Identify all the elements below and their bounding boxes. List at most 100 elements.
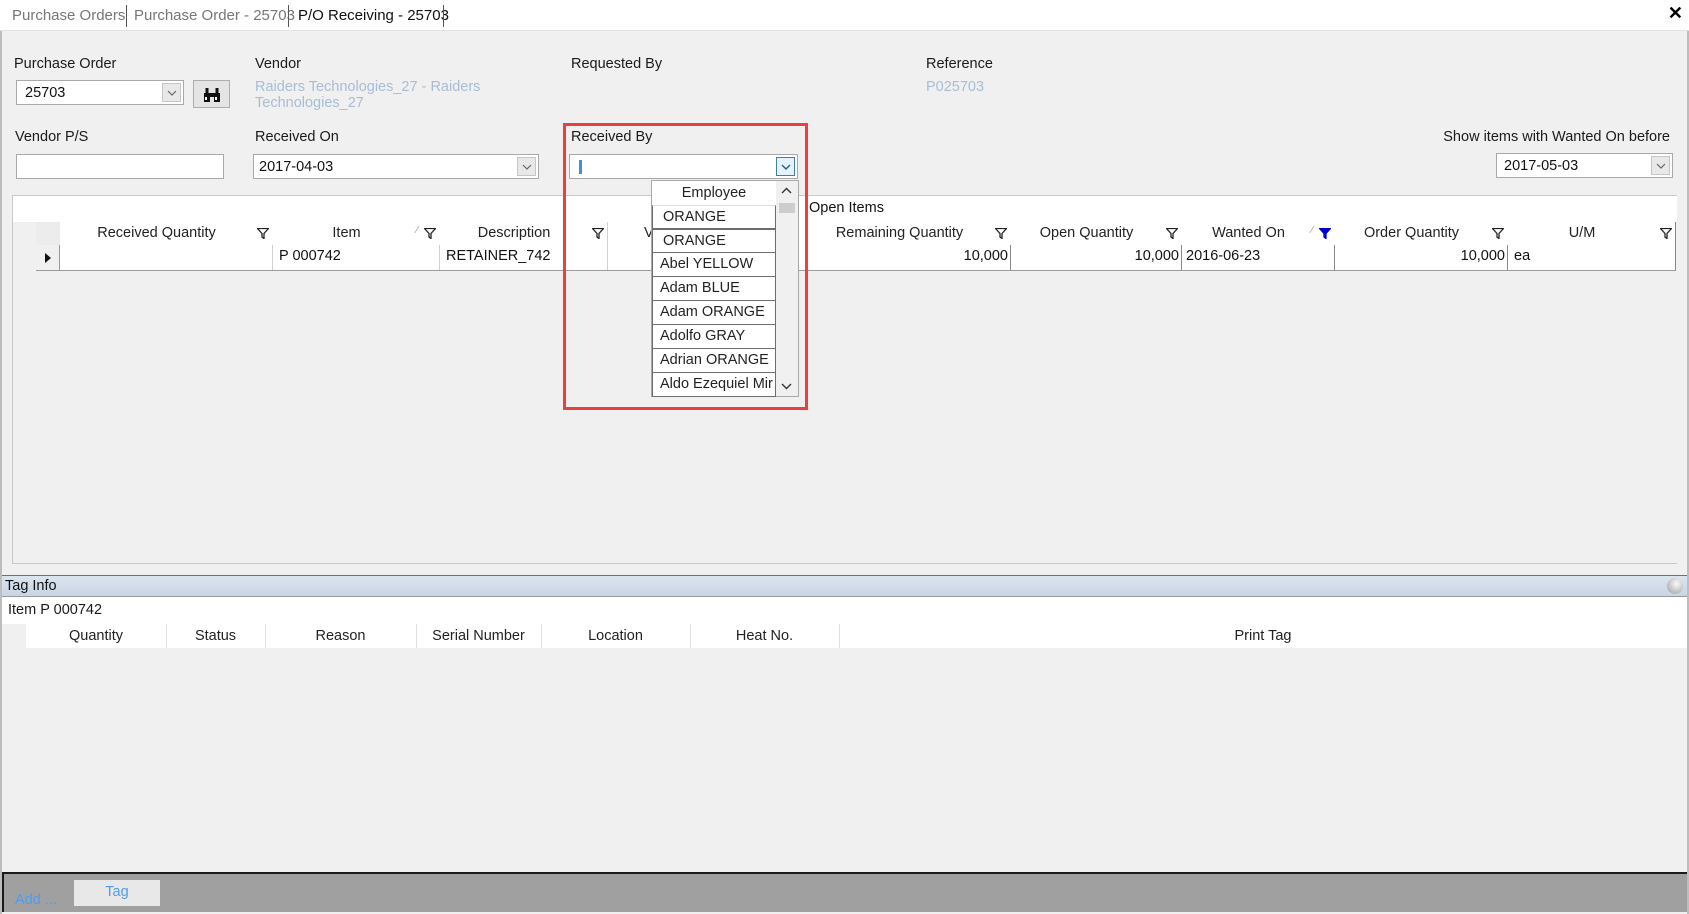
filter-active-icon[interactable] xyxy=(1319,228,1331,239)
cell-description[interactable]: RETAINER_742 xyxy=(446,248,551,264)
filter-icon[interactable] xyxy=(257,228,269,239)
tag-button[interactable]: Tag xyxy=(74,880,160,906)
vendor-link-line2[interactable]: Technologies_27 xyxy=(255,95,364,112)
open-items-group-label: Open Items xyxy=(809,200,884,216)
tag-item-row: Item P 000742 xyxy=(2,597,1687,624)
tag-info-title: Tag Info xyxy=(5,578,57,594)
dropdown-option[interactable]: ORANGE xyxy=(652,205,776,229)
col-um[interactable]: U/M xyxy=(1508,222,1676,246)
col-wanted-on[interactable]: Wanted On ⁄ xyxy=(1182,222,1335,246)
received-by-label: Received By xyxy=(571,129,653,145)
show-items-label: Show items with Wanted On before xyxy=(1443,129,1670,145)
cell-divider xyxy=(439,245,440,270)
vendor-label: Vendor xyxy=(255,56,301,72)
chevron-down-icon[interactable] xyxy=(517,157,536,176)
add-link[interactable]: Add ... xyxy=(15,892,57,908)
sort-icon: ⁄ xyxy=(1311,225,1313,236)
col-received-quantity[interactable]: Received Quantity xyxy=(60,222,273,246)
dropdown-option[interactable]: Adolfo GRAY xyxy=(652,325,776,349)
received-on-date-picker[interactable]: 2017-04-03 xyxy=(253,154,539,179)
cell-divider xyxy=(1181,245,1182,270)
pin-icon[interactable] xyxy=(1667,578,1683,594)
cell-remaining-quantity[interactable]: 10,000 xyxy=(808,248,1008,264)
tab-purchase-order[interactable]: Purchase Order - 25703 xyxy=(134,7,295,24)
vendor-ps-label: Vendor P/S xyxy=(15,129,89,145)
purchase-order-value: 25703 xyxy=(25,85,66,101)
binoculars-icon xyxy=(204,88,220,102)
col-label: Remaining Quantity xyxy=(835,225,964,241)
sort-icon: ⁄ xyxy=(416,225,418,236)
tab-separator xyxy=(443,5,444,27)
tab-po-receiving[interactable]: P/O Receiving - 25703 xyxy=(298,7,449,24)
search-po-button[interactable] xyxy=(193,80,230,108)
tab-purchase-orders[interactable]: Purchase Orders xyxy=(12,7,125,24)
show-items-date-picker[interactable]: 2017-05-03 xyxy=(1496,153,1673,178)
reference-link[interactable]: P025703 xyxy=(926,79,984,96)
tag-col-heat-no[interactable]: Heat No. xyxy=(690,628,839,644)
col-label: Received Quantity xyxy=(97,225,216,241)
filter-icon[interactable] xyxy=(424,228,436,239)
scroll-thumb[interactable] xyxy=(779,203,795,213)
filter-icon[interactable] xyxy=(1166,228,1178,239)
close-icon[interactable]: ✕ xyxy=(1668,3,1683,24)
tag-info-header: Tag Info xyxy=(2,575,1687,597)
tag-col-print-tag[interactable]: Print Tag xyxy=(839,628,1687,644)
text-cursor xyxy=(579,160,582,174)
row-indicator-icon xyxy=(45,253,51,263)
tag-col-location[interactable]: Location xyxy=(541,628,690,644)
scroll-up-icon[interactable] xyxy=(781,187,792,194)
col-label: Open Quantity xyxy=(1039,225,1134,241)
received-on-label: Received On xyxy=(255,129,339,145)
dropdown-option[interactable]: Aldo Ezequiel Mir xyxy=(652,373,776,397)
chevron-down-icon[interactable] xyxy=(162,83,181,102)
tag-col-reason[interactable]: Reason xyxy=(265,628,416,644)
cell-open-quantity[interactable]: 10,000 xyxy=(1011,248,1179,264)
col-item[interactable]: Item ⁄ xyxy=(273,222,440,246)
tab-separator xyxy=(288,5,289,27)
cell-divider xyxy=(272,245,273,270)
dropdown-option[interactable]: ORANGE xyxy=(652,229,776,253)
dropdown-option[interactable]: Adrian ORANGE xyxy=(652,349,776,373)
received-on-value: 2017-04-03 xyxy=(259,159,334,175)
chevron-down-icon[interactable] xyxy=(1651,156,1670,175)
received-by-combo[interactable] xyxy=(569,154,798,179)
show-items-value: 2017-05-03 xyxy=(1504,158,1579,174)
cell-divider xyxy=(1675,222,1676,270)
reference-label: Reference xyxy=(926,56,993,72)
filter-icon[interactable] xyxy=(592,228,604,239)
requested-by-label: Requested By xyxy=(571,56,663,72)
row-divider xyxy=(36,270,1676,271)
col-description[interactable]: Description xyxy=(440,222,608,246)
tag-col-serial-number[interactable]: Serial Number xyxy=(416,628,541,644)
tab-separator xyxy=(126,5,127,27)
dropdown-option[interactable]: Abel YELLOW xyxy=(652,253,776,277)
col-open-quantity[interactable]: Open Quantity xyxy=(1011,222,1182,246)
cell-divider xyxy=(1507,245,1508,270)
received-by-dropdown-list: Employee ORANGE ORANGE Abel YELLOW Adam … xyxy=(651,180,799,397)
dropdown-header: Employee xyxy=(681,185,747,201)
dropdown-scrollbar[interactable] xyxy=(776,181,798,396)
tag-col-status[interactable]: Status xyxy=(166,628,265,644)
cell-um[interactable]: ea xyxy=(1514,248,1530,264)
col-remaining-quantity[interactable]: Remaining Quantity xyxy=(808,222,1011,246)
purchase-order-label: Purchase Order xyxy=(14,56,117,72)
cell-item[interactable]: P 000742 xyxy=(279,248,341,264)
col-label: Wanted On xyxy=(1212,225,1285,241)
filter-icon[interactable] xyxy=(1492,228,1504,239)
tab-bar: Purchase Orders Purchase Order - 25703 P… xyxy=(0,0,1689,31)
purchase-order-combo[interactable]: 25703 xyxy=(16,80,184,105)
filter-icon[interactable] xyxy=(995,228,1007,239)
chevron-down-icon[interactable] xyxy=(776,157,795,176)
dropdown-option[interactable]: Adam BLUE xyxy=(652,277,776,301)
cell-order-quantity[interactable]: 10,000 xyxy=(1335,248,1505,264)
dropdown-option[interactable]: Adam ORANGE xyxy=(652,301,776,325)
cell-wanted-on[interactable]: 2016-06-23 xyxy=(1186,248,1260,264)
col-order-quantity[interactable]: Order Quantity xyxy=(1335,222,1508,246)
scroll-down-icon[interactable] xyxy=(781,383,792,390)
bottom-toolbar: Add ... Tag xyxy=(2,872,1687,912)
vendor-ps-input[interactable] xyxy=(16,154,224,179)
row-selector[interactable] xyxy=(36,245,60,270)
tag-col-quantity[interactable]: Quantity xyxy=(26,628,166,644)
vendor-link[interactable]: Raiders Technologies_27 - Raiders xyxy=(255,79,480,96)
filter-icon[interactable] xyxy=(1660,228,1672,239)
